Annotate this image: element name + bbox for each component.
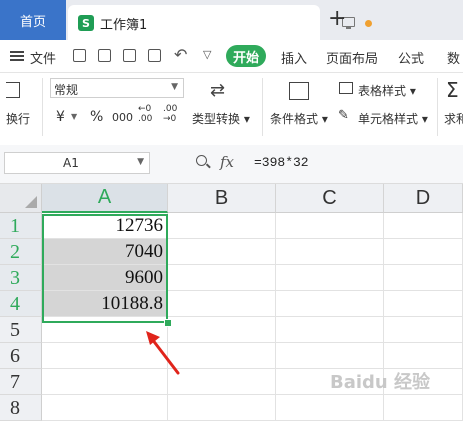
cell-b2[interactable] (168, 239, 276, 265)
column-header-a[interactable]: A (42, 184, 168, 213)
hamburger-menu-icon[interactable] (10, 51, 24, 61)
row-header-7[interactable]: 7 (0, 369, 42, 395)
conditional-format-icon[interactable] (289, 82, 309, 100)
menu-start-button[interactable]: 开始 (226, 45, 266, 67)
table-style-label: 表格样式 (358, 84, 407, 98)
formula-bar: A1 ▼ fx =398*32 (0, 145, 463, 184)
column-header-d[interactable]: D (384, 184, 463, 213)
column-header-c[interactable]: C (276, 184, 384, 213)
name-box[interactable]: A1 ▼ (4, 152, 150, 174)
tab-home[interactable]: 首页 (0, 0, 66, 40)
cell-d4[interactable] (384, 291, 463, 317)
row-header-5[interactable]: 5 (0, 317, 42, 343)
conditional-format-label: 条件格式 (270, 112, 319, 126)
cell-c5[interactable] (276, 317, 384, 343)
row-header-3[interactable]: 3 (0, 265, 42, 291)
menu-formula[interactable]: 公式 (398, 48, 424, 67)
cell-a8[interactable] (42, 395, 168, 421)
row-header-1[interactable]: 1 (0, 213, 42, 239)
increase-decimal-button[interactable]: ←0.00 (138, 104, 152, 124)
zoom-icon[interactable] (196, 155, 207, 166)
wrap-text-label[interactable]: 换行 (6, 110, 30, 127)
menu-file[interactable]: 文件 (30, 48, 56, 67)
cell-b1[interactable] (168, 213, 276, 239)
type-convert-button[interactable]: 类型转换 ▾ (192, 110, 250, 127)
cell-c3[interactable] (276, 265, 384, 291)
cell-d8[interactable] (384, 395, 463, 421)
arrow-head (146, 331, 160, 345)
menu-insert[interactable]: 插入 (281, 48, 307, 67)
number-format-value: 常规 (54, 83, 79, 97)
cell-style-icon[interactable]: ✎ (338, 108, 349, 123)
ribbon-separator (42, 78, 43, 136)
red-arrow-annotation (146, 331, 180, 375)
cell-c6[interactable] (276, 343, 384, 369)
row-header-6[interactable]: 6 (0, 343, 42, 369)
table-style-button[interactable]: 表格样式 ▾ (358, 82, 416, 99)
cell-d1[interactable] (384, 213, 463, 239)
tab-document[interactable]: S 工作簿1 (68, 5, 372, 40)
ribbon-separator (437, 78, 438, 136)
chevron-down-icon[interactable]: ▼ (71, 112, 77, 121)
cell-style-button[interactable]: 单元格样式 ▾ (358, 110, 428, 127)
cell-d5[interactable] (384, 317, 463, 343)
cell-c4[interactable] (276, 291, 384, 317)
unsaved-dot-icon (365, 20, 372, 27)
type-convert-label: 类型转换 (192, 112, 241, 126)
cell-d3[interactable] (384, 265, 463, 291)
row-header-4[interactable]: 4 (0, 291, 42, 317)
decrease-decimal-button[interactable]: .00 →0 (163, 104, 177, 124)
cell-d2[interactable] (384, 239, 463, 265)
print-icon[interactable] (123, 49, 136, 62)
new-tab-plus-icon[interactable]: + (328, 8, 346, 30)
cell-c8[interactable] (276, 395, 384, 421)
cell-c2[interactable] (276, 239, 384, 265)
cell-d6[interactable] (384, 343, 463, 369)
save-icon[interactable] (73, 49, 86, 62)
chevron-down-icon: ▼ (137, 157, 144, 167)
row-header-2[interactable]: 2 (0, 239, 42, 265)
arrow-shaft (150, 337, 180, 375)
chevron-down-icon: ▼ (171, 82, 178, 92)
spreadsheet-icon: S (78, 15, 94, 31)
undo-icon[interactable]: ↶ (174, 45, 187, 64)
export-pdf-icon[interactable] (98, 49, 111, 62)
watermark: Baidu 经验 (330, 372, 431, 393)
cell-style-label: 单元格样式 (358, 112, 419, 126)
cell-b3[interactable] (168, 265, 276, 291)
print-preview-icon[interactable] (148, 49, 161, 62)
increase-decimal-label: .00 (138, 114, 153, 124)
menu-page-layout[interactable]: 页面布局 (326, 48, 378, 67)
percent-button[interactable]: % (90, 109, 103, 125)
document-name: 工作簿1 (100, 18, 148, 33)
cell-reference: A1 (63, 156, 79, 170)
row-header-8[interactable]: 8 (0, 395, 42, 421)
table-style-icon[interactable] (339, 82, 353, 94)
menu-data[interactable]: 数 (447, 48, 460, 67)
formula-input[interactable]: =398*32 (254, 155, 309, 170)
fx-icon[interactable]: fx (220, 153, 234, 171)
cell-c1[interactable] (276, 213, 384, 239)
wrap-text-icon[interactable] (6, 82, 20, 98)
selection-range (42, 214, 168, 323)
conditional-format-button[interactable]: 条件格式 ▾ (270, 110, 328, 127)
thousand-separator-button[interactable]: 000 (112, 111, 133, 124)
decrease-decimal-label: .00 (163, 104, 178, 114)
cell-b4[interactable] (168, 291, 276, 317)
cell-b8[interactable] (168, 395, 276, 421)
currency-button[interactable]: ¥ (56, 109, 65, 125)
sum-icon[interactable]: Σ (446, 78, 459, 102)
sum-label[interactable]: 求和 (444, 110, 463, 127)
column-header-b[interactable]: B (168, 184, 276, 213)
chevron-down-icon[interactable]: ▽ (203, 48, 211, 61)
ribbon-separator (262, 78, 263, 136)
menu-bar: 文件 ↶ ▽ 开始 插入 页面布局 公式 数 (0, 40, 463, 73)
select-all-corner[interactable] (0, 184, 42, 213)
number-format-select[interactable]: 常规 ▼ (50, 78, 184, 98)
tab-bar: 首页 S 工作簿1 + (0, 0, 463, 40)
type-convert-icon[interactable]: ⇄ (210, 80, 225, 101)
